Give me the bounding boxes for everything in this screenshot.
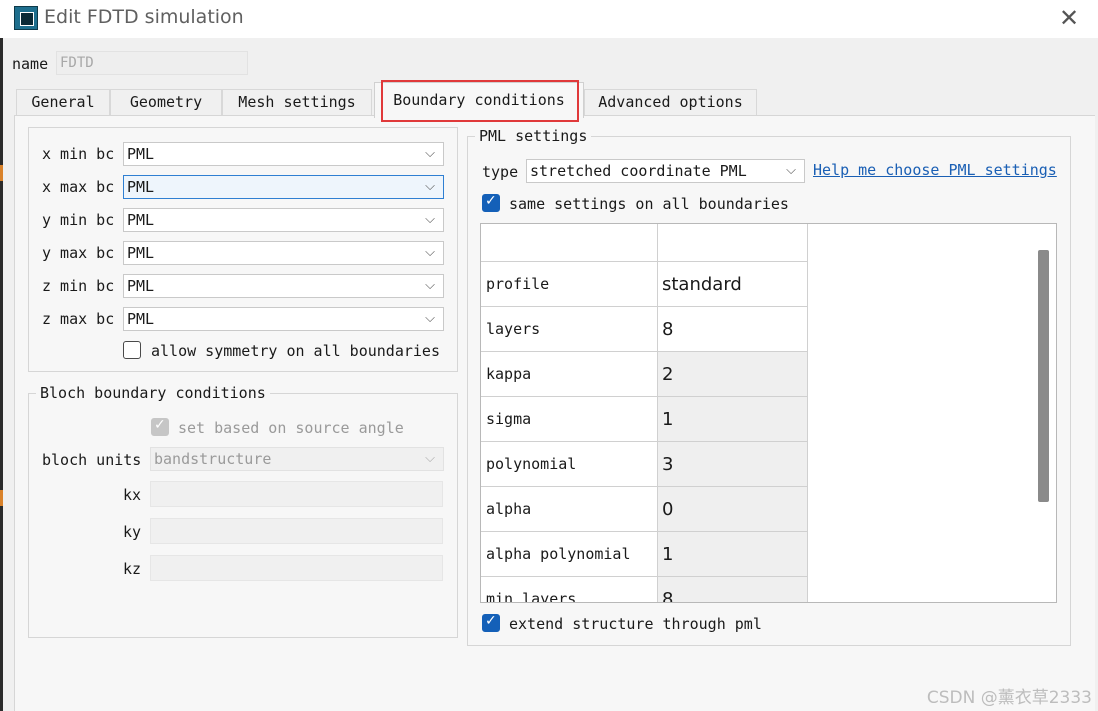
kx-input[interactable] <box>150 481 443 507</box>
tab-geometry[interactable]: Geometry <box>110 89 222 115</box>
pml-type-label: type <box>482 163 519 181</box>
table-row-value[interactable]: standard <box>658 262 808 307</box>
table-row-name: alpha polynomial <box>481 532 658 577</box>
table-row-value[interactable]: 2 <box>658 352 808 397</box>
name-label: name <box>12 55 49 73</box>
table-row-value[interactable]: 3 <box>658 442 808 487</box>
same-settings-label: same settings on all boundaries <box>509 195 789 213</box>
name-field[interactable]: FDTD <box>56 51 248 75</box>
window-edge-accent <box>0 490 3 506</box>
kz-input[interactable] <box>150 555 443 581</box>
z-min-bc-label: z min bc <box>42 277 115 295</box>
z-min-bc-select[interactable]: PML ⌵ <box>123 274 444 298</box>
tab-general[interactable]: General <box>16 89 110 115</box>
table-row-name: profile <box>481 262 658 307</box>
set-based-on-source-angle-checkbox[interactable]: ✓ <box>151 417 169 436</box>
chevron-down-icon: ⌵ <box>425 212 435 227</box>
chevron-down-icon: ⌵ <box>425 278 435 293</box>
watermark: CSDN @薰衣草2333 <box>926 688 1092 708</box>
y-min-bc-value: PML <box>127 211 155 229</box>
bloch-group-title: Bloch boundary conditions <box>36 384 270 402</box>
ky-input[interactable] <box>150 518 443 544</box>
checkmark-icon: ✓ <box>485 613 497 629</box>
y-min-bc-select[interactable]: PML ⌵ <box>123 208 444 232</box>
x-max-bc-select[interactable]: PML ⌵ <box>123 175 444 199</box>
z-max-bc-value: PML <box>127 310 155 328</box>
same-settings-checkbox[interactable]: ✓ <box>482 193 500 212</box>
bloch-units-select[interactable]: bandstructure ⌵ <box>150 447 444 471</box>
chevron-down-icon: ⌵ <box>425 179 435 194</box>
bloch-units-value: bandstructure <box>154 450 272 468</box>
table-row-name: layers <box>481 307 658 352</box>
table-row-value[interactable]: 1 <box>658 532 808 577</box>
pml-type-value: stretched coordinate PML <box>530 162 747 180</box>
table-row-name: sigma <box>481 397 658 442</box>
extend-structure-checkbox[interactable]: ✓ <box>482 613 500 632</box>
y-max-bc-select[interactable]: PML ⌵ <box>123 241 444 265</box>
help-pml-link[interactable]: Help me choose PML settings <box>813 161 1057 179</box>
app-icon <box>14 6 38 30</box>
ky-label: ky <box>123 523 142 541</box>
highlight-box <box>381 80 579 122</box>
table-scrollbar-thumb[interactable] <box>1038 250 1049 502</box>
table-row-name: min layers <box>481 577 658 602</box>
table-row-name: alpha <box>481 487 658 532</box>
checkmark-icon: ✓ <box>154 417 166 433</box>
table-row-name: polynomial <box>481 442 658 487</box>
chevron-down-icon: ⌵ <box>425 311 435 326</box>
window-title: Edit FDTD simulation <box>44 6 244 28</box>
pml-settings-table: profile standard layers 8 kappa 2 sigma … <box>480 223 1057 603</box>
z-max-bc-label: z max bc <box>42 310 115 328</box>
table-row-value[interactable]: 0 <box>658 487 808 532</box>
z-min-bc-value: PML <box>127 277 155 295</box>
x-min-bc-label: x min bc <box>42 145 115 163</box>
pml-type-select[interactable]: stretched coordinate PML ⌵ <box>526 159 805 183</box>
y-max-bc-label: y max bc <box>42 244 115 262</box>
tab-mesh-settings[interactable]: Mesh settings <box>222 89 372 115</box>
x-max-bc-value: PML <box>127 178 155 196</box>
window-edge <box>0 38 3 711</box>
table-header-cell <box>658 224 808 262</box>
chevron-down-icon: ⌵ <box>425 245 435 260</box>
table-row-value[interactable]: 8 <box>658 577 808 602</box>
chevron-down-icon: ⌵ <box>786 163 796 178</box>
window-edge-accent <box>0 165 3 181</box>
bloch-units-label: bloch units <box>42 451 142 469</box>
table-row-name: kappa <box>481 352 658 397</box>
z-max-bc-select[interactable]: PML ⌵ <box>123 307 444 331</box>
y-min-bc-label: y min bc <box>42 211 115 229</box>
x-max-bc-label: x max bc <box>42 178 115 196</box>
pml-group-title: PML settings <box>475 127 592 145</box>
chevron-down-icon: ⌵ <box>425 451 435 466</box>
y-max-bc-value: PML <box>127 244 155 262</box>
x-min-bc-select[interactable]: PML ⌵ <box>123 142 444 166</box>
extend-structure-label: extend structure through pml <box>509 615 762 633</box>
table-row-value[interactable]: 1 <box>658 397 808 442</box>
chevron-down-icon: ⌵ <box>425 146 435 161</box>
kx-label: kx <box>123 486 142 504</box>
kz-label: kz <box>123 560 142 578</box>
tab-advanced-options[interactable]: Advanced options <box>584 89 757 115</box>
table-header-cell <box>481 224 658 262</box>
allow-symmetry-checkbox[interactable] <box>123 341 141 359</box>
allow-symmetry-label: allow symmetry on all boundaries <box>151 342 440 360</box>
set-based-on-source-angle-label: set based on source angle <box>178 419 404 437</box>
close-button[interactable]: ✕ <box>1054 4 1084 32</box>
checkmark-icon: ✓ <box>485 193 497 209</box>
x-min-bc-value: PML <box>127 145 155 163</box>
table-row-value[interactable]: 8 <box>658 307 808 352</box>
